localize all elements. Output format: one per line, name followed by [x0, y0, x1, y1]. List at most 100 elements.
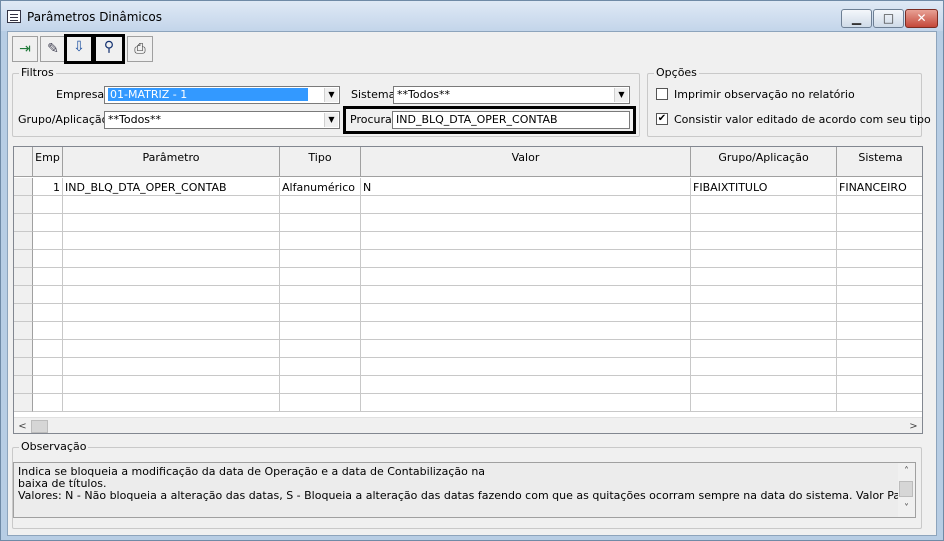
observacao-text[interactable]: Indica se bloqueia a modificação da data… — [13, 462, 916, 518]
row-selector[interactable] — [14, 286, 33, 304]
table-row[interactable] — [33, 268, 922, 286]
row-selector[interactable] — [14, 376, 33, 394]
table-cell[interactable] — [691, 286, 837, 304]
imprimir-observacao-checkbox[interactable] — [656, 88, 668, 100]
table-cell[interactable] — [361, 358, 691, 376]
table-cell[interactable] — [33, 268, 63, 286]
table-cell[interactable] — [63, 340, 280, 358]
table-cell[interactable] — [33, 196, 63, 214]
table-cell[interactable] — [691, 340, 837, 358]
table-cell[interactable] — [33, 394, 63, 412]
row-selector[interactable] — [14, 214, 33, 232]
table-row[interactable] — [33, 394, 922, 412]
table-cell[interactable] — [361, 322, 691, 340]
title-bar[interactable]: Parâmetros Dinâmicos ▁ □ ✕ — [1, 1, 943, 31]
table-row[interactable] — [33, 340, 922, 358]
table-cell[interactable] — [280, 286, 361, 304]
table-cell[interactable] — [837, 268, 922, 286]
search-button[interactable]: ⚲ — [93, 34, 125, 64]
table-cell[interactable] — [63, 268, 280, 286]
table-cell[interactable] — [63, 322, 280, 340]
table-row[interactable]: 1 IND_BLQ_DTA_OPER_CONTAB Alfanumérico N… — [33, 178, 922, 196]
column-header-tipo[interactable]: Tipo — [280, 147, 361, 177]
chevron-down-icon[interactable]: ▼ — [614, 88, 628, 102]
minimize-button[interactable]: ▁ — [841, 9, 872, 28]
scroll-thumb[interactable] — [899, 481, 913, 497]
table-cell[interactable] — [691, 214, 837, 232]
row-selector[interactable] — [14, 358, 33, 376]
grupo-select[interactable]: **Todos** ▼ — [104, 111, 340, 129]
save-button[interactable]: ⇩ — [64, 34, 94, 64]
consistir-valor-checkbox[interactable]: ✔ — [656, 113, 668, 125]
column-header-parametro[interactable]: Parâmetro — [63, 147, 280, 177]
table-cell[interactable] — [280, 232, 361, 250]
table-row[interactable] — [33, 214, 922, 232]
table-cell[interactable] — [837, 340, 922, 358]
column-header-grupo[interactable]: Grupo/Aplicação — [691, 147, 837, 177]
row-selector[interactable] — [14, 322, 33, 340]
table-cell[interactable] — [280, 322, 361, 340]
table-cell[interactable] — [280, 394, 361, 412]
table-cell[interactable] — [837, 394, 922, 412]
table-cell[interactable] — [837, 232, 922, 250]
table-cell[interactable] — [280, 376, 361, 394]
horizontal-scrollbar[interactable]: < > — [14, 417, 922, 433]
table-row[interactable] — [33, 322, 922, 340]
table-cell[interactable] — [691, 358, 837, 376]
table-cell[interactable] — [33, 340, 63, 358]
row-selector[interactable] — [14, 250, 33, 268]
eraser-button[interactable]: ✎ — [40, 36, 66, 62]
table-cell[interactable] — [361, 340, 691, 358]
table-row[interactable] — [33, 232, 922, 250]
row-selector[interactable] — [14, 268, 33, 286]
table-cell[interactable] — [837, 304, 922, 322]
table-cell[interactable] — [33, 322, 63, 340]
procurar-input[interactable]: IND_BLQ_DTA_OPER_CONTAB — [392, 111, 630, 129]
cell-parametro[interactable]: IND_BLQ_DTA_OPER_CONTAB — [63, 178, 280, 196]
cell-valor[interactable]: N — [361, 178, 691, 196]
table-cell[interactable] — [63, 250, 280, 268]
table-cell[interactable] — [837, 322, 922, 340]
scroll-left-icon[interactable]: < — [14, 418, 31, 433]
table-cell[interactable] — [361, 394, 691, 412]
table-cell[interactable] — [33, 358, 63, 376]
scroll-up-icon[interactable]: ˄ — [898, 463, 915, 480]
vertical-scrollbar[interactable]: ˄ ˅ — [898, 463, 915, 517]
table-row[interactable] — [33, 358, 922, 376]
table-row[interactable] — [33, 304, 922, 322]
table-cell[interactable] — [361, 286, 691, 304]
table-cell[interactable] — [691, 250, 837, 268]
table-cell[interactable] — [691, 322, 837, 340]
sistema-select[interactable]: **Todos** ▼ — [393, 86, 630, 104]
row-selector[interactable] — [14, 196, 33, 214]
table-cell[interactable] — [280, 358, 361, 376]
table-cell[interactable] — [33, 286, 63, 304]
empresa-select[interactable]: 01-MATRIZ - 1 ▼ — [104, 86, 340, 104]
cell-emp[interactable]: 1 — [33, 178, 63, 196]
table-row[interactable] — [33, 250, 922, 268]
row-selector[interactable] — [14, 178, 33, 196]
table-cell[interactable] — [691, 232, 837, 250]
table-cell[interactable] — [691, 196, 837, 214]
maximize-button[interactable]: □ — [873, 9, 904, 28]
table-cell[interactable] — [280, 304, 361, 322]
table-cell[interactable] — [63, 214, 280, 232]
table-cell[interactable] — [837, 358, 922, 376]
scroll-thumb[interactable] — [31, 420, 48, 433]
cell-tipo[interactable]: Alfanumérico — [280, 178, 361, 196]
table-row[interactable] — [33, 286, 922, 304]
print-button[interactable]: ⎙ — [127, 36, 153, 62]
table-cell[interactable] — [33, 214, 63, 232]
table-row[interactable] — [33, 196, 922, 214]
row-selector[interactable] — [14, 394, 33, 412]
table-cell[interactable] — [837, 196, 922, 214]
table-cell[interactable] — [280, 340, 361, 358]
column-header-emp[interactable]: Emp — [33, 147, 63, 177]
table-cell[interactable] — [837, 250, 922, 268]
cell-sistema[interactable]: FINANCEIRO — [837, 178, 922, 196]
table-cell[interactable] — [361, 214, 691, 232]
table-cell[interactable] — [280, 214, 361, 232]
table-cell[interactable] — [361, 250, 691, 268]
table-cell[interactable] — [837, 214, 922, 232]
table-cell[interactable] — [361, 268, 691, 286]
